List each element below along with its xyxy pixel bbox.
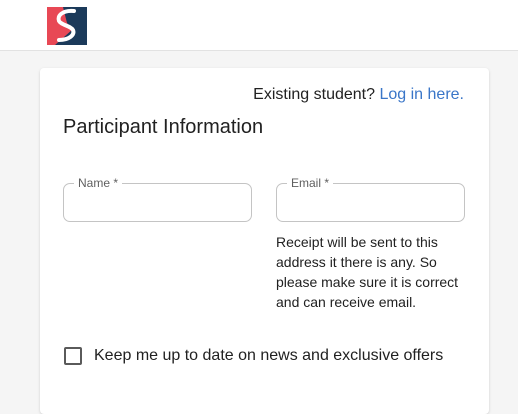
newsletter-label: Keep me up to date on news and exclusive…	[94, 347, 444, 364]
newsletter-option[interactable]: Keep me up to date on news and exclusive…	[64, 346, 443, 366]
login-link[interactable]: Log in here.	[379, 86, 464, 103]
name-input[interactable]	[64, 184, 251, 221]
s-brand-logo-icon[interactable]	[47, 7, 87, 45]
participant-form-card: Existing student? Log in here. Participa…	[40, 68, 489, 414]
newsletter-checkbox[interactable]	[64, 347, 82, 365]
existing-student-prompt: Existing student? Log in here.	[253, 86, 464, 104]
email-helper-text: Receipt will be sent to this address it …	[276, 234, 459, 310]
email-input[interactable]	[277, 184, 464, 221]
section-title: Participant Information	[63, 116, 264, 138]
name-field[interactable]: Name *	[63, 176, 252, 222]
email-field[interactable]: Email *	[276, 176, 465, 222]
top-bar	[0, 0, 518, 51]
existing-student-text: Existing student?	[253, 86, 376, 103]
